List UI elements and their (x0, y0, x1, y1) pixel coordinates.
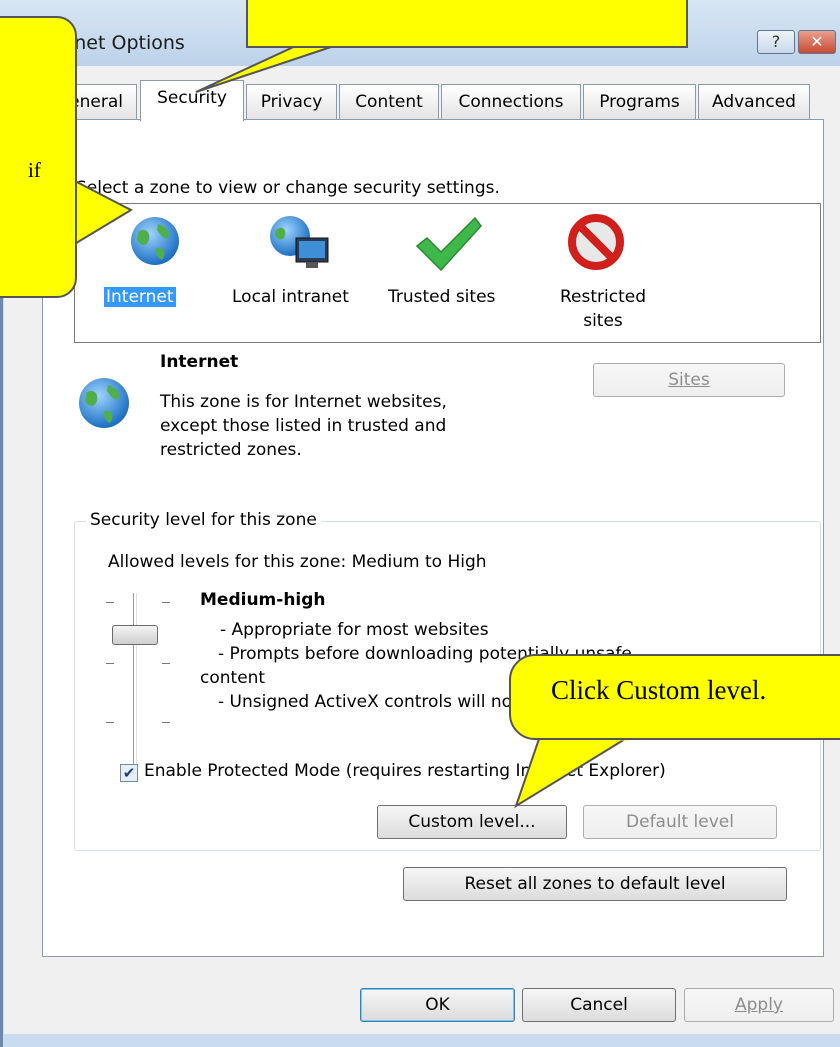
security-level-slider-track[interactable] (133, 593, 137, 780)
tab-connections[interactable]: Connections (441, 84, 581, 120)
level-bullet-2-cont: content (200, 668, 266, 688)
callout-left-text: if (28, 158, 41, 182)
tab-advanced-label: Advanced (712, 92, 796, 112)
custom-level-button-label: Custom level... (408, 812, 536, 832)
security-level-group-title: Security level for this zone (86, 510, 321, 530)
apply-button[interactable]: Apply (684, 988, 834, 1022)
ok-button-label: OK (425, 995, 450, 1015)
intranet-icon (270, 216, 329, 268)
tab-content-label: Content (355, 92, 423, 112)
apply-button-label: Apply (735, 995, 783, 1015)
zone-internet-label: Internet (104, 287, 176, 307)
callout-top-tail (195, 43, 341, 93)
custom-level-button[interactable]: Custom level... (377, 805, 567, 839)
slider-tick (106, 722, 114, 723)
cancel-button[interactable]: Cancel (522, 988, 676, 1022)
tab-connections-label: Connections (458, 92, 564, 112)
slider-tick (162, 602, 170, 603)
slider-tick (106, 663, 114, 664)
slider-tick (106, 602, 114, 603)
zone-restricted-label: Restricted sites (559, 287, 646, 331)
tab-strip: General Security Privacy Content Connect… (30, 80, 840, 121)
ok-button[interactable]: OK (360, 988, 515, 1022)
callout-left-tail (72, 178, 134, 247)
close-icon: ✕ (810, 32, 824, 51)
sites-button-label: Sites (668, 370, 710, 390)
tab-programs[interactable]: Programs (583, 84, 696, 120)
callout-top (246, 0, 688, 48)
callout-custom-level-text: Click Custom level. (551, 675, 767, 705)
level-bullet-1: - Appropriate for most websites (220, 620, 489, 640)
callout-left: if (0, 16, 77, 298)
close-button[interactable]: ✕ (798, 30, 836, 54)
zone-trusted-label: Trusted sites (388, 287, 496, 307)
zone-description-line2: except those listed in trusted and (160, 416, 447, 436)
security-level-slider-thumb[interactable] (112, 625, 158, 645)
slider-tick (162, 722, 170, 723)
checkmark-icon (415, 216, 482, 272)
sites-button[interactable]: Sites (593, 363, 785, 397)
protected-mode-checkbox[interactable]: ✔ (120, 764, 138, 782)
reset-all-zones-label: Reset all zones to default level (464, 874, 726, 894)
tab-advanced[interactable]: Advanced (698, 84, 810, 120)
allowed-levels-text: Allowed levels for this zone: Medium to … (108, 552, 487, 572)
callout-custom-level-tail (514, 735, 634, 809)
zone-description-line3: restricted zones. (160, 440, 302, 460)
default-level-button-label: Default level (626, 812, 734, 832)
reset-all-zones-button[interactable]: Reset all zones to default level (403, 867, 787, 901)
zone-info-globe-icon (79, 378, 129, 428)
tab-content[interactable]: Content (339, 84, 439, 120)
prohibited-icon (568, 214, 624, 270)
zone-name: Internet (160, 352, 239, 372)
zone-intranet-label: Local intranet (232, 287, 349, 307)
checkmark-glyph-icon: ✔ (122, 764, 136, 782)
cancel-button-label: Cancel (570, 995, 628, 1015)
help-button[interactable]: ? (757, 30, 795, 54)
zone-description-line1: This zone is for Internet websites, (160, 392, 447, 412)
tab-programs-label: Programs (599, 92, 680, 112)
callout-custom-level: Click Custom level. (509, 654, 840, 740)
help-icon: ? (771, 32, 781, 51)
security-level-name: Medium-high (200, 590, 326, 610)
slider-tick (162, 663, 170, 664)
default-level-button[interactable]: Default level (583, 805, 777, 839)
